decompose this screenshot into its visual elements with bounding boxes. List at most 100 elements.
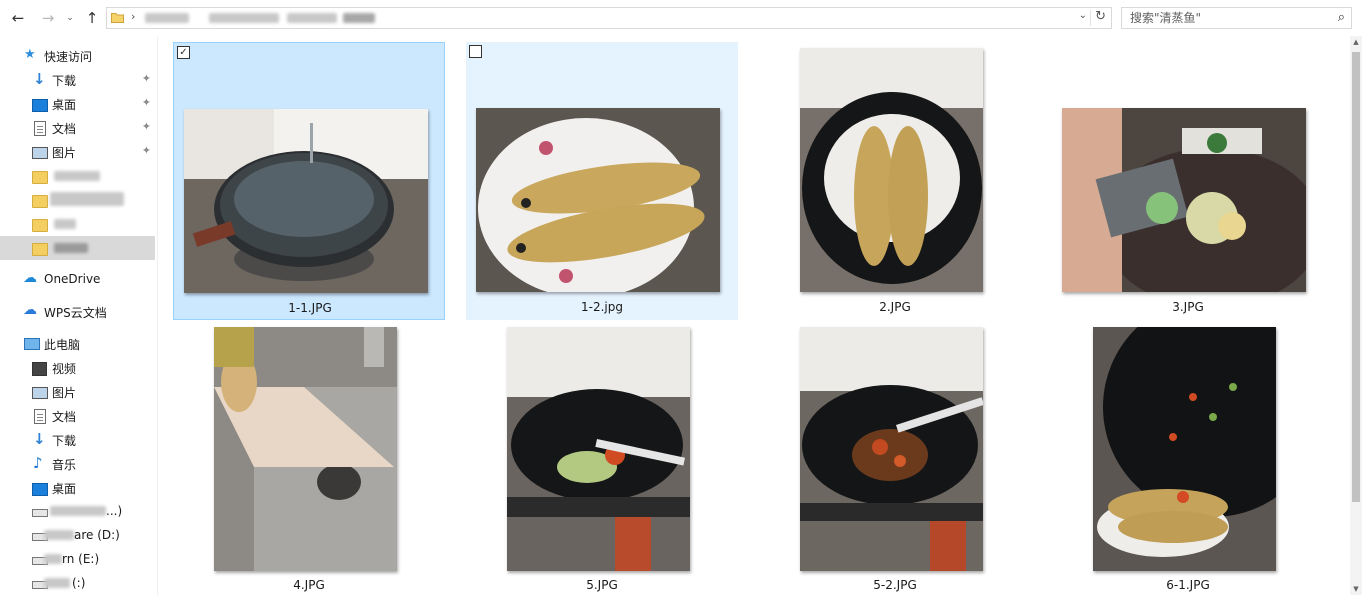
refresh-icon[interactable]: ↻ — [1095, 9, 1106, 24]
thumbnail-image — [214, 327, 397, 571]
pin-icon[interactable]: ✦ — [142, 72, 151, 85]
music-icon: ♪ — [33, 454, 43, 472]
file-tile[interactable]: 6-1.JPG — [1052, 325, 1324, 595]
pictures-icon — [32, 147, 48, 159]
download-icon: ↓ — [33, 430, 46, 448]
redacted-label — [54, 219, 76, 229]
sidebar-item-label: rn (E:) — [62, 552, 100, 566]
drive-icon — [32, 509, 48, 517]
sidebar-item-onedrive[interactable]: ☁ OneDrive — [0, 268, 155, 292]
sidebar-item-label: 图片 — [52, 146, 77, 160]
search-input[interactable] — [1130, 11, 1325, 25]
sidebar-item-folder[interactable] — [0, 212, 155, 236]
cloud-icon: ☁ — [23, 270, 37, 286]
sidebar-item-quick-access[interactable]: ★ 快速访问 — [0, 44, 155, 68]
file-name: 1-2.jpg — [581, 300, 623, 314]
sidebar-item-label: 下载 — [52, 434, 77, 448]
thumbnail-image — [1093, 327, 1276, 571]
scrollbar-thumb[interactable] — [1352, 52, 1360, 502]
sidebar-item-label: 下载 — [52, 74, 77, 88]
breadcrumb-redacted — [209, 13, 279, 23]
selection-checkbox[interactable] — [469, 45, 482, 58]
path-dropdown-icon[interactable]: ⌄ — [1079, 10, 1087, 21]
sidebar-item-label: 文档 — [52, 122, 77, 136]
breadcrumb-redacted — [287, 13, 337, 23]
vertical-scrollbar[interactable]: ▲ ▼ — [1350, 36, 1362, 595]
breadcrumb-redacted — [145, 13, 189, 23]
recent-locations-chevron-icon[interactable]: ⌄ — [64, 8, 76, 28]
path-bar[interactable]: › ⌄ ↻ — [106, 7, 1112, 29]
file-tile[interactable]: ✓ 1-1.JPG — [173, 42, 445, 320]
file-tile[interactable]: 2.JPG — [759, 42, 1031, 320]
sidebar-item-desktop[interactable]: 桌面 ✦ — [0, 92, 155, 116]
file-name: 4.JPG — [293, 578, 325, 592]
sidebar-item-drive[interactable]: rn (E:) — [0, 548, 155, 572]
sidebar-item-drive[interactable]: ...) — [0, 500, 155, 524]
sidebar-item-downloads[interactable]: ↓ 下载 — [0, 428, 155, 452]
sidebar-item-pictures[interactable]: 图片 ✦ — [0, 140, 155, 164]
sidebar-item-label: 桌面 — [52, 98, 77, 112]
sidebar-item-wps-cloud[interactable]: ☁ WPS云文档 — [0, 300, 155, 324]
file-name: 1-1.JPG — [288, 301, 332, 315]
redacted-label — [44, 530, 74, 540]
sidebar-item-drive[interactable]: (:) — [0, 572, 155, 596]
forward-arrow-icon[interactable]: → — [38, 8, 58, 28]
redacted-label — [50, 192, 124, 206]
file-tile[interactable]: 5.JPG — [466, 325, 738, 595]
sidebar-item-label: are (D:) — [74, 528, 120, 542]
pin-icon[interactable]: ✦ — [142, 144, 151, 157]
sidebar-item-label: ...) — [106, 504, 123, 518]
folder-icon — [32, 219, 48, 232]
up-arrow-icon[interactable]: ↑ — [82, 8, 102, 28]
thumbnail-image — [800, 327, 983, 571]
thumbnail-image — [800, 48, 983, 292]
redacted-label — [50, 506, 106, 516]
file-name: 5.JPG — [586, 578, 618, 592]
document-icon — [34, 121, 46, 136]
redacted-label — [44, 578, 70, 588]
sidebar-item-downloads[interactable]: ↓ 下载 ✦ — [0, 68, 155, 92]
sidebar-item-desktop[interactable]: 桌面 — [0, 476, 155, 500]
redacted-label — [54, 243, 88, 253]
divider — [1090, 10, 1091, 26]
file-tile[interactable]: 4.JPG — [173, 325, 445, 595]
sidebar-item-folder[interactable] — [0, 164, 155, 188]
search-icon[interactable]: ⌕ — [1338, 10, 1345, 25]
sidebar-item-folder[interactable] — [0, 188, 155, 212]
sidebar-item-pictures[interactable]: 图片 — [0, 380, 155, 404]
sidebar-item-documents[interactable]: 文档 ✦ — [0, 116, 155, 140]
sidebar-item-this-pc[interactable]: 此电脑 — [0, 332, 155, 356]
search-box[interactable]: ⌕ — [1121, 7, 1352, 29]
pin-icon[interactable]: ✦ — [142, 96, 151, 109]
sidebar-item-drive[interactable]: are (D:) — [0, 524, 155, 548]
sidebar-item-documents[interactable]: 文档 — [0, 404, 155, 428]
sidebar-item-videos[interactable]: 视频 — [0, 356, 155, 380]
selection-checkbox[interactable]: ✓ — [177, 46, 190, 59]
navigation-pane: ★ 快速访问 ↓ 下载 ✦ 桌面 ✦ 文档 ✦ 图片 ✦ ☁ OneDrive … — [0, 36, 158, 595]
sidebar-item-label: 文档 — [52, 410, 77, 424]
pin-icon[interactable]: ✦ — [142, 120, 151, 133]
back-arrow-icon[interactable]: ← — [8, 8, 28, 28]
file-tile[interactable]: 5-2.JPG — [759, 325, 1031, 595]
folder-icon — [32, 195, 48, 208]
pictures-icon — [32, 387, 48, 399]
star-icon: ★ — [24, 47, 36, 62]
sidebar-item-current-folder[interactable] — [0, 236, 155, 260]
file-tile[interactable]: 1-2.jpg — [466, 42, 738, 320]
file-view: ✓ 1-1.JPG 1-2.jpg 2.JPG 3.JPG 4.JPG 5.JP… — [158, 36, 1350, 595]
sidebar-item-label: 快速访问 — [44, 50, 93, 64]
file-name: 2.JPG — [879, 300, 911, 314]
download-icon: ↓ — [33, 70, 46, 88]
breadcrumb-redacted — [343, 13, 375, 23]
redacted-label — [44, 554, 62, 564]
desktop-icon — [32, 483, 48, 496]
file-tile[interactable]: 3.JPG — [1052, 42, 1324, 320]
desktop-icon — [32, 99, 48, 112]
sidebar-item-music[interactable]: ♪ 音乐 — [0, 452, 155, 476]
scroll-up-arrow-icon[interactable]: ▲ — [1350, 38, 1362, 46]
thumbnail-image — [184, 109, 428, 293]
wps-cloud-icon: ☁ — [23, 302, 37, 318]
sidebar-item-label: 图片 — [52, 386, 77, 400]
sidebar-item-label: 桌面 — [52, 482, 77, 496]
scroll-down-arrow-icon[interactable]: ▼ — [1350, 585, 1362, 593]
